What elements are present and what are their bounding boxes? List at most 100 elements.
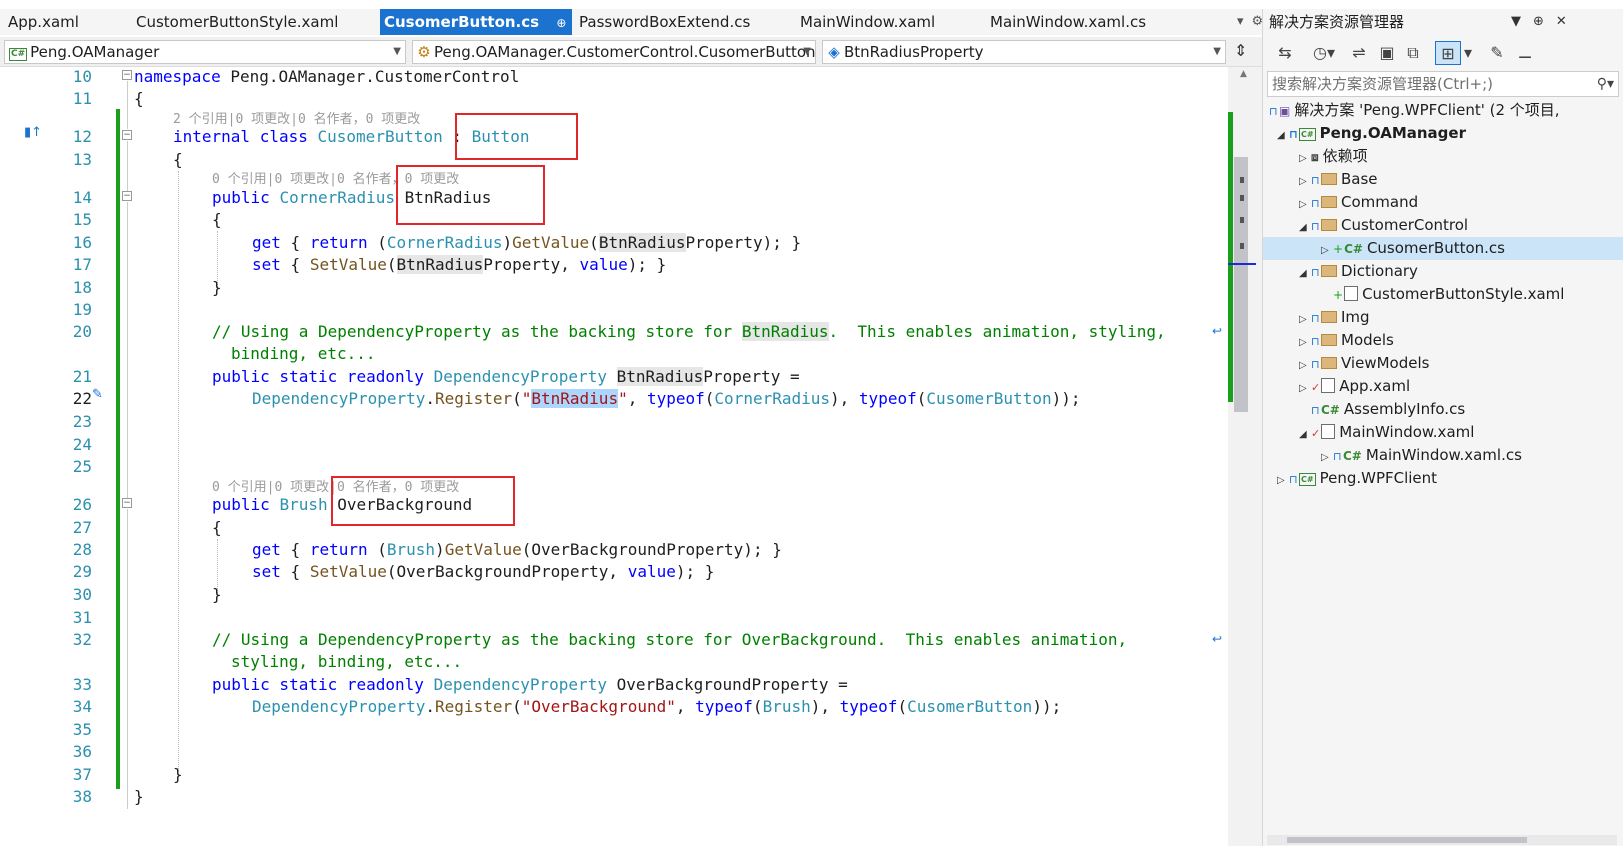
expanded-arrow-icon[interactable]: ◢ [1299, 216, 1311, 239]
fold-toggle[interactable]: − [122, 70, 132, 80]
expanded-arrow-icon[interactable]: ◢ [1277, 124, 1289, 147]
collapsed-arrow-icon[interactable]: ▷ [1299, 308, 1311, 331]
scrollbar-caret-marker [1228, 263, 1256, 265]
codelens-class[interactable]: 2 个引用|0 项更改|0 名作者，0 项更改 [173, 108, 420, 127]
method-token: GetValue [512, 233, 590, 252]
show-all-files-icon[interactable]: ⧉ [1401, 41, 1425, 65]
fold-toggle[interactable]: − [122, 191, 132, 201]
tree-item-label: CustomerControl [1341, 216, 1469, 234]
tree-item-cusomerbutton-cs[interactable]: ▷ +C# CusomerButton.cs [1263, 237, 1623, 260]
tree-item-dictionary[interactable]: ◢ ⊓ Dictionary [1263, 260, 1623, 283]
scrollbar-thumb[interactable] [1287, 837, 1527, 843]
folder-icon [1321, 357, 1337, 369]
tab-mainwindow-xaml-cs[interactable]: MainWindow.xaml.cs [990, 9, 1146, 35]
tree-item-img[interactable]: ▷ ⊓ Img [1263, 306, 1623, 329]
code-token: (OverBackgroundProperty, [386, 562, 628, 581]
switch-views-icon[interactable]: ⇆ [1273, 41, 1297, 65]
properties-icon[interactable]: ⚊ [1513, 41, 1537, 65]
collapsed-arrow-icon[interactable]: ▷ [1299, 193, 1311, 216]
tree-item-customercontrol[interactable]: ◢ ⊓ CustomerControl [1263, 214, 1623, 237]
tab-app-xaml[interactable]: App.xaml [8, 9, 79, 35]
tab-overflow-icon[interactable]: ▾ [1237, 14, 1244, 29]
word-wrap-icon: ↩ [1212, 324, 1223, 338]
tree-item-dependencies[interactable]: ▷ ⧈ 依赖项 [1263, 145, 1623, 168]
folder-icon [1321, 219, 1337, 231]
csharp-file-icon: C# [1321, 403, 1340, 417]
line-number: 27 [72, 518, 92, 537]
tab-passwordboxextend-cs[interactable]: PasswordBoxExtend.cs [579, 9, 750, 35]
collapsed-arrow-icon[interactable]: ▷ [1299, 377, 1311, 400]
tree-item-customerbuttonstyle-xaml[interactable]: + CustomerButtonStyle.xaml [1263, 283, 1623, 306]
keyword-token: namespace [134, 67, 221, 86]
collapsed-arrow-icon[interactable]: ▷ [1299, 147, 1311, 170]
keyword-token: get [252, 233, 281, 252]
code-line-30: } [212, 585, 222, 604]
code-editor[interactable]: 10 11 12 13 14 15 16 17 18 19 20 21 22 2… [0, 67, 1228, 846]
close-icon[interactable]: ✕ [1556, 14, 1567, 29]
dropdown-icon[interactable]: ▼ [1511, 14, 1521, 29]
tree-item-app-xaml[interactable]: ▷ ✓ App.xaml [1263, 375, 1623, 398]
fold-toggle[interactable]: − [122, 498, 132, 508]
history-icon[interactable]: ◷▾ [1307, 41, 1341, 65]
modified-check-icon: ✓ [1311, 427, 1321, 440]
project-dropdown-value: Peng.OAManager [30, 43, 160, 61]
split-editor-icon[interactable]: ⇕ [1234, 41, 1247, 60]
annotation-box-overbackground [331, 476, 515, 526]
expanded-arrow-icon[interactable]: ◢ [1299, 423, 1311, 446]
project-dropdown[interactable]: C# Peng.OAManager ▼ [4, 40, 406, 64]
search-icon[interactable]: ⚲▾ [1597, 72, 1614, 96]
chevron-down-icon: ▼ [803, 46, 811, 57]
folder-icon [1321, 173, 1337, 185]
pin-icon[interactable]: ⊕ [1533, 14, 1544, 29]
tree-item-solution[interactable]: ⊓▣ 解决方案 'Peng.WPFClient' (2 个项目, [1263, 99, 1623, 122]
editor-vertical-scrollbar[interactable]: ▲ [1228, 67, 1262, 846]
tree-item-viewmodels[interactable]: ▷ ⊓ ViewModels [1263, 352, 1623, 375]
keyword-token: internal [173, 127, 251, 146]
wrench-icon[interactable]: ✎ [1485, 41, 1509, 65]
scroll-up-arrow-icon[interactable]: ▲ [1240, 69, 1247, 79]
fold-toggle[interactable]: − [122, 130, 132, 140]
tree-item-mainwindow-xaml-cs[interactable]: ▷ ⊓C# MainWindow.xaml.cs [1263, 444, 1623, 467]
tree-item-label: Dictionary [1341, 262, 1418, 280]
line-number: 23 [72, 412, 92, 431]
solution-explorer-search-input[interactable]: 搜索解决方案资源管理器(Ctrl+;) ⚲▾ [1267, 71, 1619, 97]
type-dropdown[interactable]: ⚙ Peng.OAManager.CustomerControl.CusomerB… [412, 40, 816, 64]
tab-customerbuttonstyle-xaml[interactable]: CustomerButtonStyle.xaml [136, 9, 338, 35]
folder-icon [1321, 196, 1337, 208]
tree-item-peng-oamanager[interactable]: ◢ ⊓ C# Peng.OAManager [1263, 122, 1623, 145]
class-icon: ⚙ [417, 43, 431, 61]
tree-item-models[interactable]: ▷ ⊓ Models [1263, 329, 1623, 352]
tree-item-mainwindow-xaml[interactable]: ◢ ✓ MainWindow.xaml [1263, 421, 1623, 444]
collapsed-arrow-icon[interactable]: ▷ [1299, 354, 1311, 377]
solution-explorer-horizontal-scrollbar[interactable] [1267, 835, 1617, 845]
search-placeholder: 搜索解决方案资源管理器(Ctrl+;) [1272, 75, 1494, 93]
implementation-glyph-icon[interactable]: ▮↑ [24, 125, 42, 140]
tree-item-base[interactable]: ▷ ⊓ Base [1263, 168, 1623, 191]
collapsed-arrow-icon[interactable]: ▷ [1321, 239, 1333, 262]
collapsed-arrow-icon[interactable]: ▷ [1277, 469, 1289, 492]
expanded-arrow-icon[interactable]: ◢ [1299, 262, 1311, 285]
tree-item-assemblyinfo-cs[interactable]: ⊓C# AssemblyInfo.cs [1263, 398, 1623, 421]
collapsed-arrow-icon[interactable]: ▷ [1321, 446, 1333, 469]
punct-token: . [425, 697, 436, 716]
tree-item-command[interactable]: ▷ ⊓ Command [1263, 191, 1623, 214]
collapsed-arrow-icon[interactable]: ▷ [1299, 331, 1311, 354]
edit-pencil-icon[interactable]: ✎ [92, 387, 103, 402]
member-dropdown[interactable]: ◈ BtnRadiusProperty ▼ [822, 40, 1226, 64]
tree-item-peng-wpfclient[interactable]: ▷ ⊓ C# Peng.WPFClient [1263, 467, 1623, 490]
tab-mainwindow-xaml[interactable]: MainWindow.xaml [800, 9, 935, 35]
tab-cusomerbutton-cs[interactable]: CusomerButton.cs ⊕ ✕ [380, 9, 595, 36]
code-token: Property = [703, 367, 800, 386]
collapse-all-icon[interactable]: ▣ [1375, 41, 1399, 65]
collapsed-arrow-icon[interactable]: ▷ [1299, 170, 1311, 193]
lock-icon: ⊓ [1311, 266, 1320, 279]
type-token: Brush [279, 495, 328, 514]
line-number: 24 [72, 435, 92, 454]
panel-title-tools: ▼ ⊕ ✕ [1511, 9, 1579, 35]
chevron-down-icon[interactable]: ▾ [1461, 41, 1475, 65]
pin-icon[interactable]: ⊕ [556, 10, 566, 36]
sync-icon[interactable]: ⇌ [1347, 41, 1371, 65]
line-number: 30 [72, 585, 92, 604]
code-line-33: public static readonly DependencyPropert… [212, 675, 848, 694]
preview-selected-icon[interactable]: ⊞ [1435, 41, 1461, 65]
